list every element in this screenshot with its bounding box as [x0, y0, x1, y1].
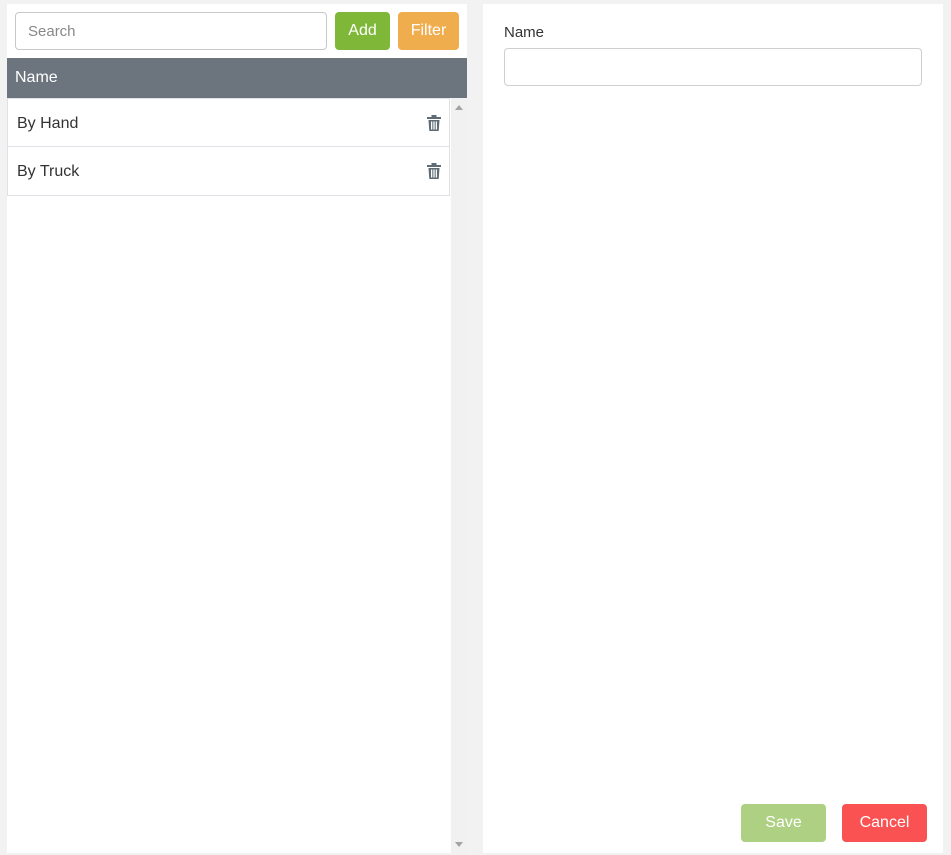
- trash-icon[interactable]: [427, 115, 441, 132]
- scroll-down-icon[interactable]: [455, 842, 463, 847]
- list-item-label: By Truck: [17, 163, 80, 180]
- list-item[interactable]: By Hand: [7, 98, 450, 147]
- list-item[interactable]: By Truck: [7, 147, 450, 196]
- save-button[interactable]: Save: [741, 804, 826, 842]
- list-panel: Add Filter Name By Hand By Truck: [7, 4, 467, 853]
- filter-button[interactable]: Filter: [398, 12, 459, 50]
- scroll-up-icon[interactable]: [455, 105, 463, 110]
- add-button[interactable]: Add: [335, 12, 390, 50]
- search-input[interactable]: [15, 12, 327, 50]
- list-toolbar: Add Filter: [7, 4, 467, 58]
- list-body: By Hand By Truck: [7, 98, 450, 853]
- list-item-label: By Hand: [17, 115, 79, 132]
- list-scrollbar[interactable]: [451, 98, 467, 853]
- name-field-label: Name: [504, 24, 545, 41]
- detail-panel: Name Save Cancel: [483, 4, 943, 853]
- list-header-name[interactable]: Name: [7, 58, 467, 98]
- cancel-button[interactable]: Cancel: [842, 804, 927, 842]
- name-field[interactable]: [504, 48, 922, 86]
- trash-icon[interactable]: [427, 163, 441, 180]
